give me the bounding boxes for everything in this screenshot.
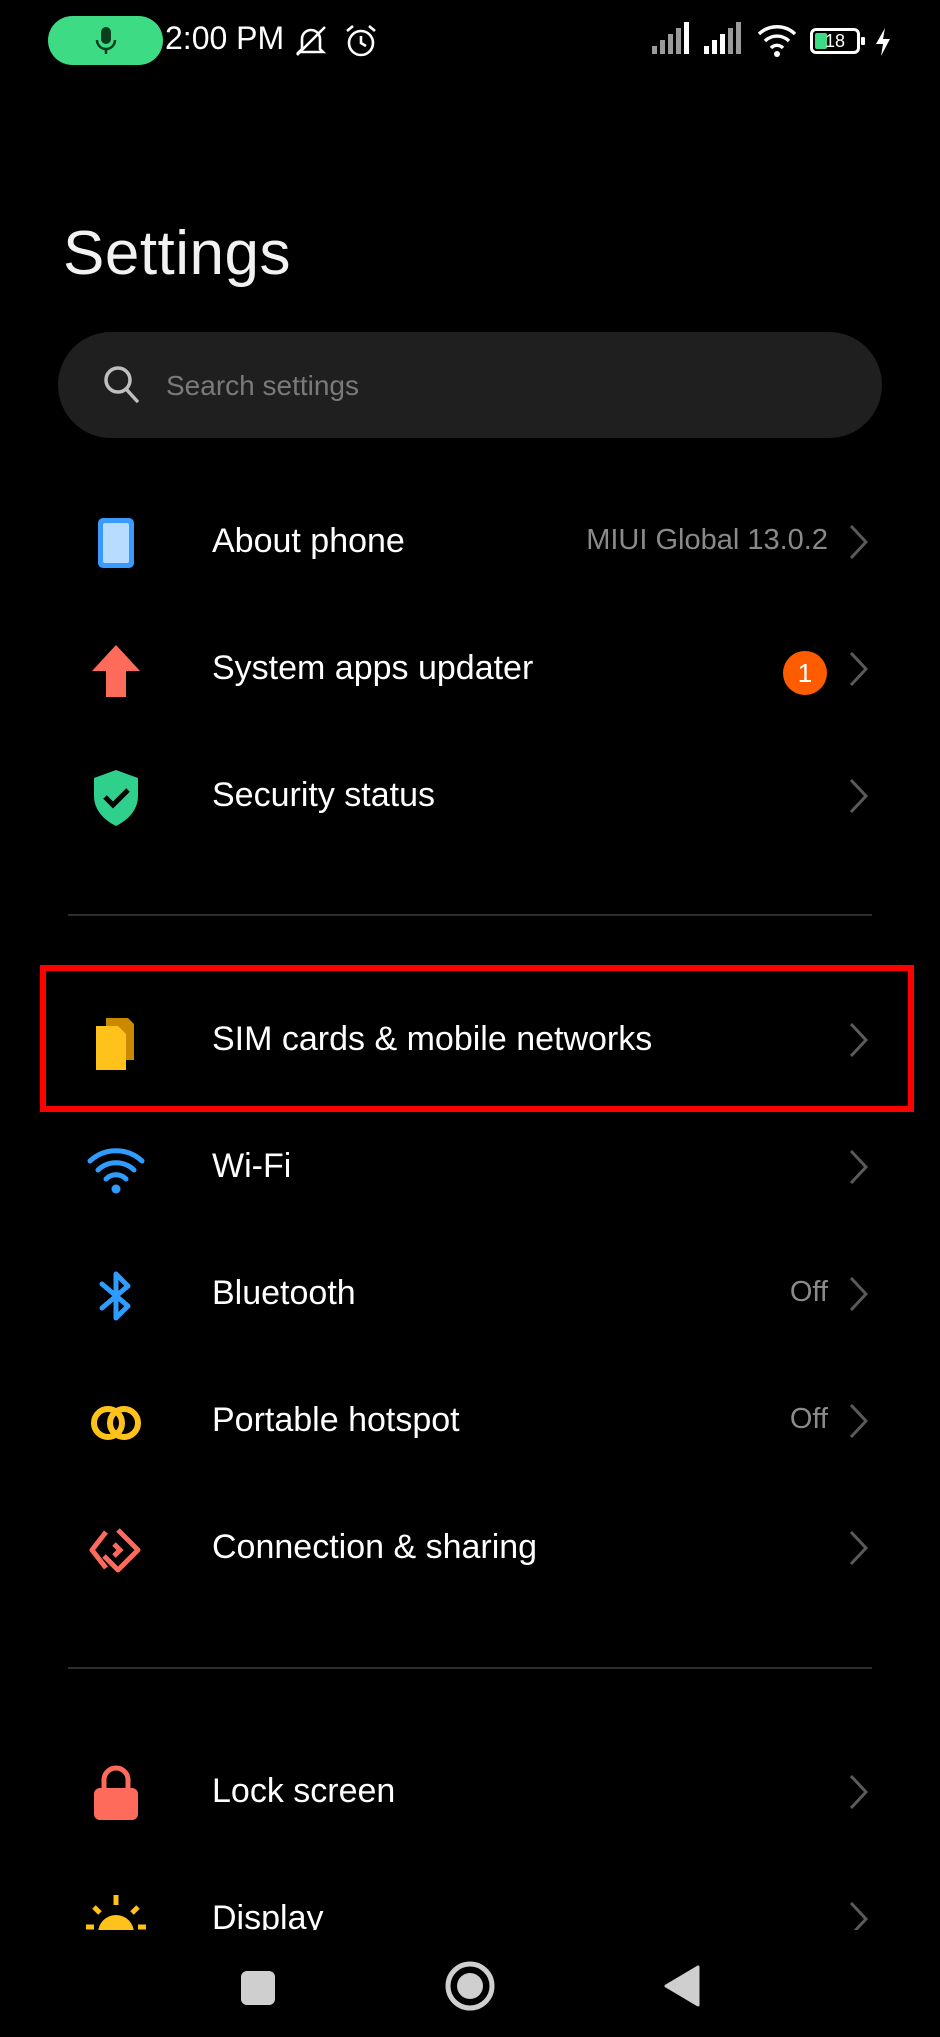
bluetooth-icon [99, 1271, 131, 1321]
item-label: Portable hotspot [212, 1401, 460, 1439]
connection-sharing-icon [89, 1528, 141, 1573]
item-value: MIUI Global 13.0.2 [586, 524, 828, 556]
chevron-right-icon [849, 1530, 869, 1566]
mic-indicator[interactable] [48, 16, 163, 65]
battery-indicator: 18 [810, 28, 865, 54]
item-label: Lock screen [212, 1772, 396, 1810]
settings-item-wifi[interactable]: Wi-Fi [0, 1105, 940, 1225]
chevron-right-icon [849, 1774, 869, 1810]
page-title: Settings [63, 219, 292, 288]
settings-item-about-phone[interactable]: About phone MIUI Global 13.0.2 [0, 480, 940, 600]
notification-badge: 1 [783, 651, 827, 695]
microphone-icon [95, 26, 116, 54]
item-value: Off [789, 1403, 828, 1435]
settings-item-bluetooth[interactable]: Bluetooth Off [0, 1232, 940, 1352]
hotspot-icon [91, 1406, 141, 1440]
chevron-right-icon [849, 1276, 869, 1312]
search-icon [104, 366, 139, 403]
settings-item-security-status[interactable]: Security status [0, 734, 940, 854]
section-divider [68, 914, 872, 916]
settings-item-portable-hotspot[interactable]: Portable hotspot Off [0, 1359, 940, 1479]
status-time: 2:00 PM [165, 20, 285, 56]
arrow-up-icon [92, 645, 140, 697]
item-label: About phone [212, 522, 405, 560]
item-label: System apps updater [212, 649, 534, 687]
signal-icon-2 [704, 22, 741, 54]
signal-icon [652, 22, 689, 54]
alarm-icon [346, 25, 376, 57]
settings-item-connection-sharing[interactable]: Connection & sharing [0, 1486, 940, 1606]
item-label: Connection & sharing [212, 1528, 538, 1566]
settings-item-system-apps-updater[interactable]: System apps updater 1 [0, 607, 940, 727]
chevron-right-icon [849, 778, 869, 814]
wifi-icon [87, 1148, 145, 1194]
item-value: Off [789, 1276, 828, 1308]
phone-icon [98, 518, 134, 568]
chevron-right-icon [849, 1403, 869, 1439]
home-button[interactable] [444, 1960, 496, 2012]
chevron-right-icon [849, 1149, 869, 1185]
navigation-bar [0, 1930, 940, 2037]
wifi-status-icon [757, 25, 797, 57]
charging-icon [876, 28, 890, 56]
search-input[interactable] [164, 356, 848, 416]
recents-button[interactable] [238, 1968, 278, 2008]
shield-check-icon [94, 770, 138, 826]
back-button[interactable] [662, 1964, 702, 2008]
item-label: Wi-Fi [212, 1147, 292, 1185]
lock-icon [94, 1765, 138, 1820]
settings-item-lock-screen[interactable]: Lock screen [0, 1730, 940, 1850]
chevron-right-icon [849, 651, 869, 687]
item-label: Security status [212, 776, 435, 814]
item-label: Bluetooth [212, 1274, 356, 1312]
search-bar[interactable] [58, 332, 882, 438]
section-divider [68, 1667, 872, 1669]
bell-off-icon [295, 26, 327, 56]
highlight-box [40, 965, 914, 1112]
chevron-right-icon [849, 524, 869, 560]
status-bar: 2:00 PM 18 [0, 0, 940, 84]
